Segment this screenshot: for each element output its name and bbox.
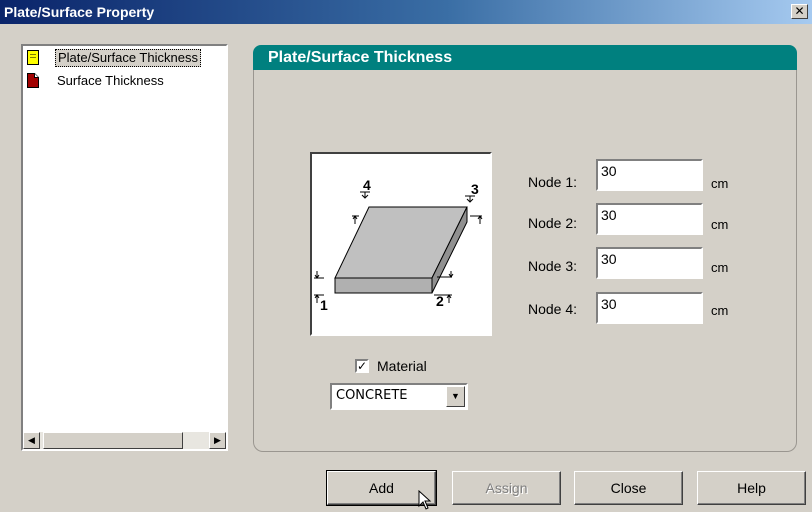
corner-label-3: 3 <box>471 181 479 197</box>
node-2-label: Node 2: <box>528 215 578 231</box>
scroll-right-icon[interactable]: ▶ <box>209 432 226 449</box>
node-2-unit: cm <box>711 217 729 232</box>
node-4-label: Node 4: <box>528 301 578 317</box>
node-3-input[interactable]: 30 <box>596 247 703 279</box>
node-1-unit: cm <box>711 176 729 191</box>
page-red-icon <box>27 73 39 88</box>
node-4-input[interactable]: 30 <box>596 292 703 324</box>
window-title: Plate/Surface Property <box>4 4 155 20</box>
node-1-label: Node 1: <box>528 174 578 190</box>
panel-title: Plate/Surface Thickness <box>268 49 453 66</box>
scroll-left-icon[interactable]: ◀ <box>23 432 40 449</box>
material-select-value: CONCRETE <box>336 388 408 403</box>
close-window-button[interactable]: ✕ <box>791 4 808 19</box>
material-select[interactable]: CONCRETE ▼ <box>330 383 468 410</box>
plate-diagram-graphic: 1 2 3 4 <box>314 177 483 313</box>
node-3-label: Node 3: <box>528 258 578 274</box>
material-checkbox-label: Material <box>377 358 427 374</box>
plate-diagram: 1 2 3 4 <box>310 152 492 336</box>
assign-button[interactable]: Assign <box>452 471 561 505</box>
panel-header: Plate/Surface Thickness <box>253 45 797 70</box>
material-checkbox[interactable]: ✓ <box>355 359 369 373</box>
help-button[interactable]: Help <box>697 471 806 505</box>
tree-horizontal-scrollbar[interactable]: ◀ ▶ <box>23 432 226 449</box>
node-1-input[interactable]: 30 <box>596 159 703 191</box>
node-4-unit: cm <box>711 303 729 318</box>
close-button[interactable]: Close <box>574 471 683 505</box>
page-yellow-icon <box>27 50 39 65</box>
corner-label-2: 2 <box>436 293 444 309</box>
property-tree[interactable]: Plate/Surface Thickness Surface Thicknes… <box>21 44 228 451</box>
chevron-down-icon[interactable]: ▼ <box>446 386 465 407</box>
tree-item-label: Plate/Surface Thickness <box>55 49 201 67</box>
scroll-thumb[interactable] <box>43 432 183 449</box>
node-2-input[interactable]: 30 <box>596 203 703 235</box>
title-bar: Plate/Surface Property ✕ <box>0 0 812 24</box>
tree-item-label: Surface Thickness <box>57 73 164 88</box>
node-3-unit: cm <box>711 260 729 275</box>
corner-label-1: 1 <box>320 297 328 313</box>
corner-label-4: 4 <box>363 177 371 193</box>
mouse-cursor-icon <box>418 490 432 510</box>
